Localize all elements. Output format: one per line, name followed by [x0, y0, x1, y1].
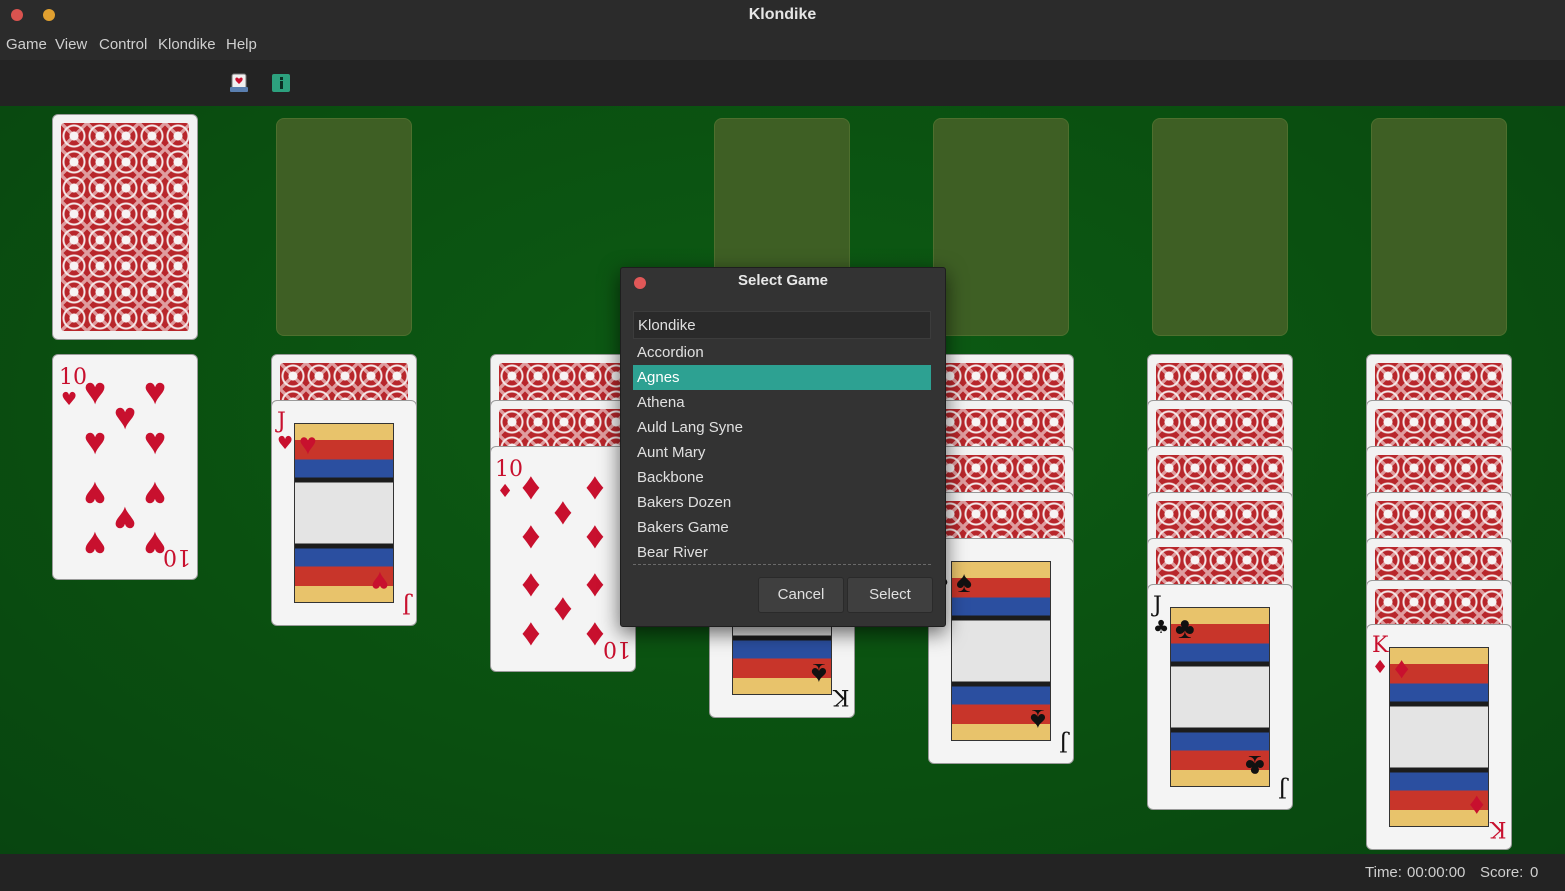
card-rank: 10: [495, 457, 523, 482]
court-suit: ♥: [299, 428, 317, 461]
game-search-input[interactable]: Klondike: [633, 311, 931, 339]
game-list-item[interactable]: Accordion: [633, 340, 931, 365]
card-rank: J: [1278, 776, 1287, 801]
court-figure: ♦ ♦: [1389, 647, 1489, 827]
card-suit-small: ♥: [61, 389, 78, 410]
menu-game[interactable]: Game: [6, 36, 47, 53]
card-pip: ♦: [585, 612, 605, 654]
tableau-card[interactable]: J ♥ ♥ ♥ J: [271, 400, 417, 626]
game-list-item[interactable]: Bear River: [633, 540, 931, 564]
court-figure: ♥ ♥: [294, 423, 394, 603]
card-pip: ♦: [585, 563, 605, 605]
score-value: 0: [1530, 864, 1539, 881]
court-suit: ♠: [811, 657, 827, 690]
tableau-card[interactable]: K ♦ ♦ ♦ K: [1366, 624, 1512, 850]
card-pip: ♦: [521, 515, 541, 557]
score-label: Score:: [1480, 864, 1524, 881]
card-pip: ♥: [143, 371, 167, 413]
info-icon[interactable]: [270, 72, 292, 94]
status-bar: Time: 00:00:00 Score: 0: [0, 854, 1565, 891]
card-pip: ♥: [83, 371, 107, 413]
card-pip: ♦: [553, 587, 573, 629]
title-bar: Klondike: [0, 0, 1565, 30]
card-suit-small: ♦: [497, 481, 514, 502]
stock-pile[interactable]: [52, 114, 198, 340]
card-pip: ♦: [553, 491, 573, 533]
card-game-icon[interactable]: [228, 72, 250, 94]
tableau-card[interactable]: 10 ♦ ♦ ♦ ♦ ♦ ♦ ♦ ♦ ♦ ♦ ♦ 10: [490, 446, 636, 672]
court-suit: ♦: [1468, 789, 1484, 822]
foundation-slot-3[interactable]: [1152, 118, 1288, 336]
card-pip: ♥: [83, 523, 107, 565]
cancel-button[interactable]: Cancel: [758, 577, 844, 613]
menu-klondike[interactable]: Klondike: [158, 36, 216, 53]
card-rank: J: [1153, 593, 1162, 618]
menu-control[interactable]: Control: [99, 36, 147, 53]
game-list[interactable]: Accordion Agnes Athena Auld Lang Syne Au…: [633, 340, 931, 565]
court-suit: ♣: [1245, 749, 1265, 782]
select-game-dialog: Select Game Klondike Accordion Agnes Ath…: [620, 267, 946, 627]
tableau-card[interactable]: 10 ♥ ♥ ♥ ♥ ♥ ♥ ♥ ♥ ♥ ♥ ♥ 10: [52, 354, 198, 580]
game-list-item[interactable]: Auld Lang Syne: [633, 415, 931, 440]
card-pip: ♥: [83, 473, 107, 515]
card-rank: K: [1489, 816, 1506, 841]
card-pip: ♥: [113, 396, 137, 438]
dialog-title: Select Game: [737, 272, 829, 289]
card-pip: ♦: [585, 515, 605, 557]
card-pip: ♥: [83, 421, 107, 463]
toolbar: [0, 60, 1565, 106]
game-list-item[interactable]: Aunt Mary: [633, 440, 931, 465]
card-rank: J: [1059, 730, 1068, 755]
tableau-card[interactable]: J ♠ ♠ ♠ J: [928, 538, 1074, 764]
time-value: 00:00:00: [1407, 864, 1466, 881]
game-list-item[interactable]: Bakers Game: [633, 515, 931, 540]
court-suit: ♣: [1175, 612, 1195, 645]
card-suit-small: ♣: [1153, 617, 1170, 638]
card-pip: ♦: [585, 466, 605, 508]
game-list-item[interactable]: Athena: [633, 390, 931, 415]
game-list-item[interactable]: Backbone: [633, 465, 931, 490]
foundation-slot-4[interactable]: [1371, 118, 1507, 336]
court-suit: ♦: [1394, 652, 1410, 685]
time-label: Time:: [1365, 864, 1402, 881]
window-title: Klondike: [748, 6, 817, 23]
foundation-slot-2[interactable]: [933, 118, 1069, 336]
card-rank: J: [277, 409, 286, 434]
card-suit-small: ♦: [1372, 657, 1389, 678]
card-pip: ♦: [521, 466, 541, 508]
menu-view[interactable]: View: [55, 36, 87, 53]
card-rank: K: [832, 684, 849, 709]
court-suit: ♥: [371, 565, 389, 598]
card-pip: ♥: [143, 473, 167, 515]
card-pip: ♥: [113, 498, 137, 540]
court-suit: ♠: [956, 566, 972, 599]
tableau-card[interactable]: J ♣ ♣ ♣ J: [1147, 584, 1293, 810]
court-figure: ♣ ♣: [1170, 607, 1270, 787]
card-pip: ♦: [521, 612, 541, 654]
card-rank: J: [402, 592, 411, 617]
card-pip: ♦: [521, 563, 541, 605]
game-list-item[interactable]: Bakers Dozen: [633, 490, 931, 515]
card-rank: K: [1372, 633, 1389, 658]
game-list-item-selected[interactable]: Agnes: [633, 365, 931, 390]
court-figure: ♠ ♠: [951, 561, 1051, 741]
menu-bar: Game View Control Klondike Help: [0, 30, 1565, 60]
card-pip: ♥: [143, 421, 167, 463]
card-rank: 10: [603, 636, 631, 661]
menu-help[interactable]: Help: [226, 36, 257, 53]
card-suit-small: ♥: [277, 433, 294, 454]
waste-slot[interactable]: [276, 118, 412, 336]
court-suit: ♠: [1030, 703, 1046, 736]
select-button[interactable]: Select: [847, 577, 933, 613]
card-rank: 10: [163, 544, 191, 569]
